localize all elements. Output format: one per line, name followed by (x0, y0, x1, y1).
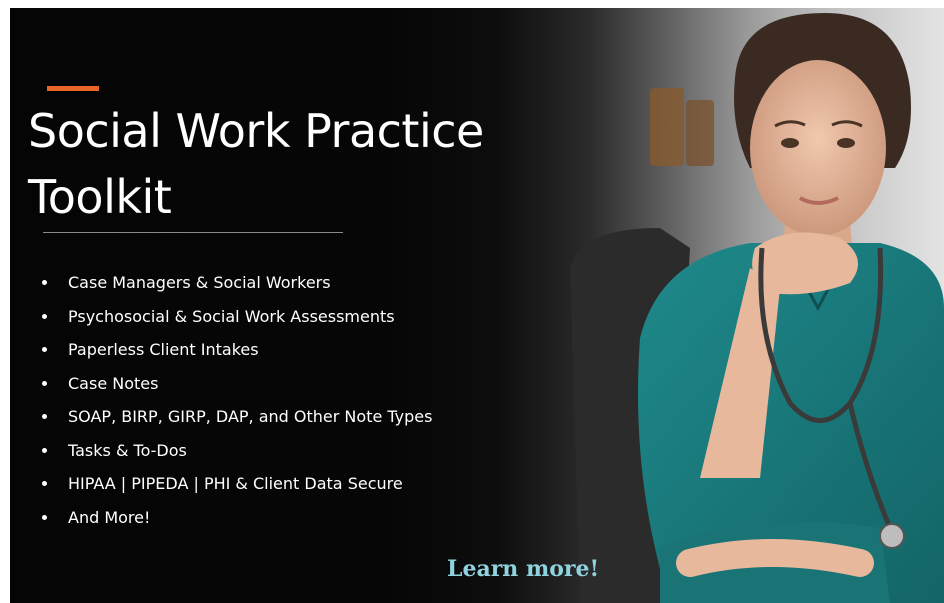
bullet-icon (42, 313, 47, 319)
feature-item: Psychosocial & Social Work Assessments (36, 300, 432, 334)
bottle (650, 88, 684, 166)
feature-item: Paperless Client Intakes (36, 333, 432, 367)
feature-item: HIPAA | PIPEDA | PHI & Client Data Secur… (36, 467, 432, 501)
feature-label: HIPAA | PIPEDA | PHI & Client Data Secur… (68, 474, 403, 493)
bullet-icon (42, 481, 47, 486)
feature-label: And More! (68, 507, 151, 527)
bottle (686, 100, 714, 166)
face (750, 60, 886, 236)
title-line-1: Social Work Practice (28, 104, 484, 158)
bullet-icon (42, 380, 47, 386)
promo-banner[interactable]: Social Work Practice Toolkit Case Manage… (10, 8, 944, 603)
accent-bar (47, 86, 99, 91)
bullet-icon (42, 280, 47, 285)
bullet-icon (42, 414, 47, 419)
title-line-2: Toolkit (28, 170, 172, 224)
feature-item: Case Notes (36, 367, 432, 401)
bullet-icon (42, 514, 47, 520)
feature-label: Case Managers & Social Workers (68, 273, 331, 292)
healthcare-worker-photo (550, 8, 944, 603)
feature-item: And More! (36, 501, 432, 535)
feature-item: Tasks & To-Dos (36, 434, 432, 468)
feature-label: SOAP, BIRP, GIRP, DAP, and Other Note Ty… (68, 407, 433, 426)
learn-more-link[interactable]: Learn more! (447, 556, 599, 582)
page-title: Social Work Practice Toolkit (28, 98, 588, 230)
bullet-icon (42, 447, 47, 453)
feature-label: Tasks & To-Dos (68, 440, 187, 460)
feature-list: Case Managers & Social Workers Psychosoc… (36, 266, 432, 534)
feature-label: Psychosocial & Social Work Assessments (68, 306, 395, 326)
feature-item: SOAP, BIRP, GIRP, DAP, and Other Note Ty… (36, 400, 432, 434)
feature-item: Case Managers & Social Workers (36, 266, 432, 300)
feature-label: Paperless Client Intakes (68, 340, 259, 359)
title-divider (43, 232, 343, 233)
feature-label: Case Notes (68, 373, 159, 393)
bullet-icon (42, 347, 47, 352)
